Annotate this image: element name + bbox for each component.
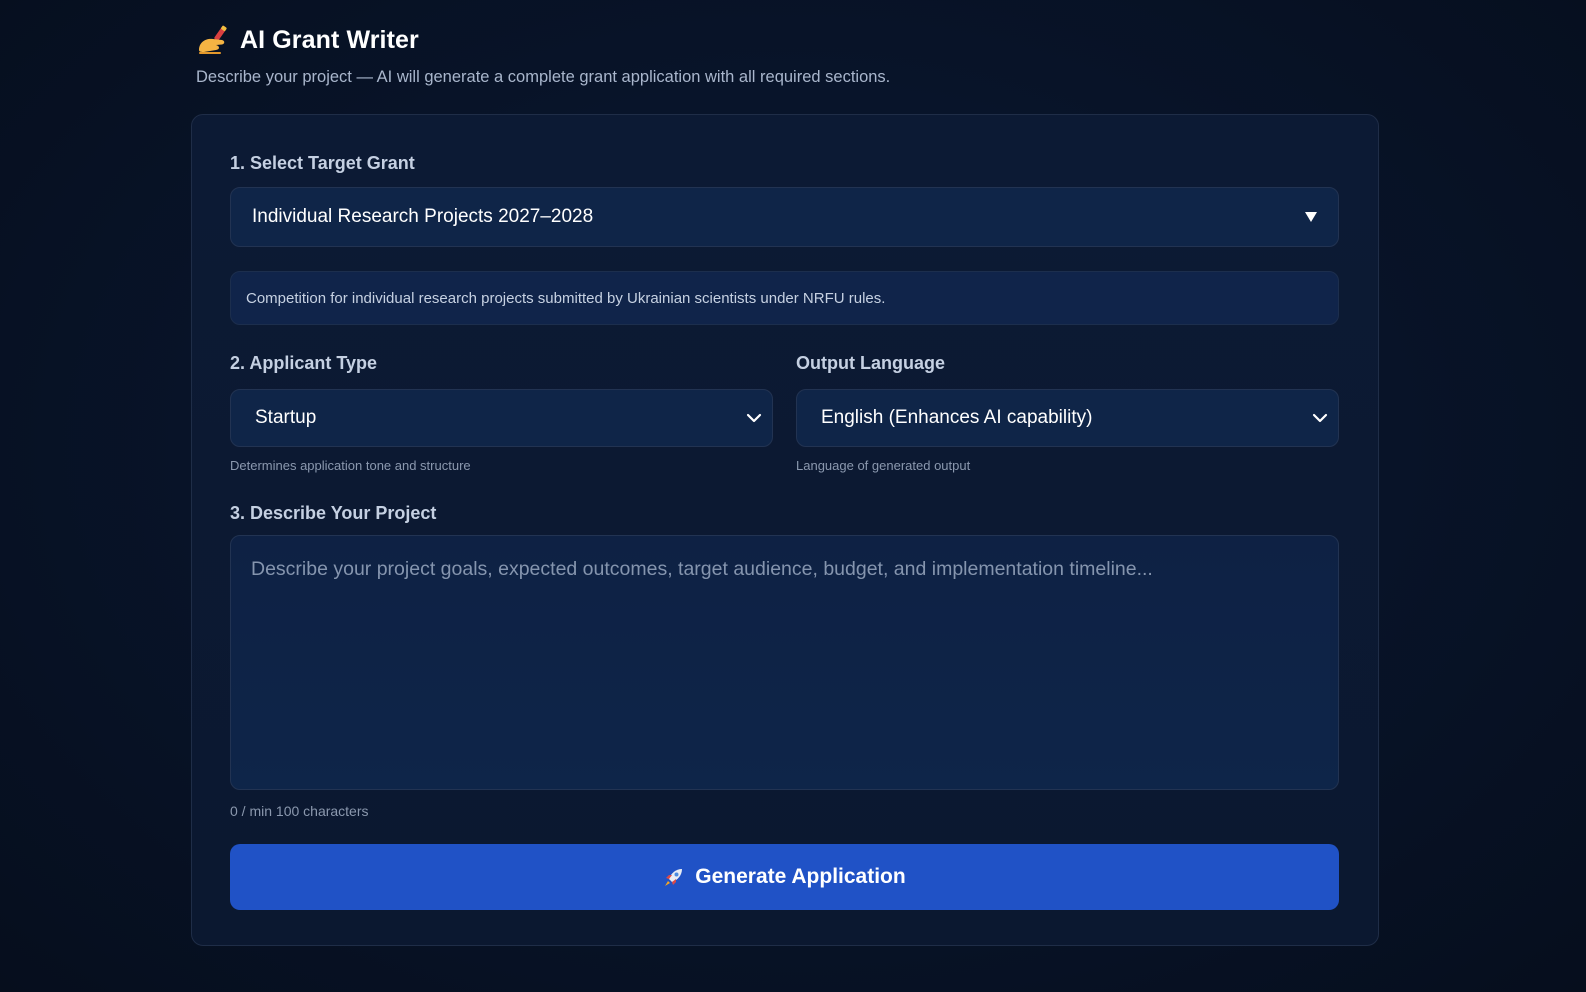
chevron-down-icon xyxy=(746,413,762,423)
character-counter: 0 / min 100 characters xyxy=(230,803,369,819)
generate-button-label: Generate Application xyxy=(695,865,906,888)
output-language-select[interactable]: English (Enhances AI capability) xyxy=(796,389,1339,447)
output-language-label: Output Language xyxy=(796,353,945,373)
applicant-type-hint: Determines application tone and structur… xyxy=(230,458,471,473)
applicant-type-value: Startup xyxy=(255,407,317,428)
project-description-textarea[interactable]: Describe your project goals, expected ou… xyxy=(230,535,1339,790)
writing-hand-icon xyxy=(199,25,227,54)
applicant-type-label: 2. Applicant Type xyxy=(230,353,378,373)
dropdown-triangle-icon xyxy=(1305,212,1317,222)
textarea-placeholder: Describe your project goals, expected ou… xyxy=(251,558,1153,580)
rocket-icon xyxy=(665,869,683,886)
grant-select-value: Individual Research Projects 2027–2028 xyxy=(252,206,594,227)
chevron-down-icon xyxy=(1312,413,1328,423)
output-language-hint: Language of generated output xyxy=(796,458,971,473)
title-row: AI Grant Writer xyxy=(196,22,890,58)
grant-select[interactable]: Individual Research Projects 2027–2028 xyxy=(230,187,1339,247)
project-description-label: 3. Describe Your Project xyxy=(230,503,437,523)
output-language-value: English (Enhances AI capability) xyxy=(821,407,1093,428)
grant-label: 1. Select Target Grant xyxy=(230,153,415,173)
applicant-type-select[interactable]: Startup xyxy=(230,389,773,447)
page-subtitle: Describe your project — AI will generate… xyxy=(196,68,891,86)
grant-description: Competition for individual research proj… xyxy=(230,271,1339,325)
app-title: AI Grant Writer xyxy=(240,25,419,54)
form-card: 1. Select Target Grant Individual Resear… xyxy=(191,114,1379,946)
generate-application-button[interactable]: Generate Application xyxy=(230,844,1339,910)
page-header: AI Grant Writer Describe your project — … xyxy=(196,22,890,87)
